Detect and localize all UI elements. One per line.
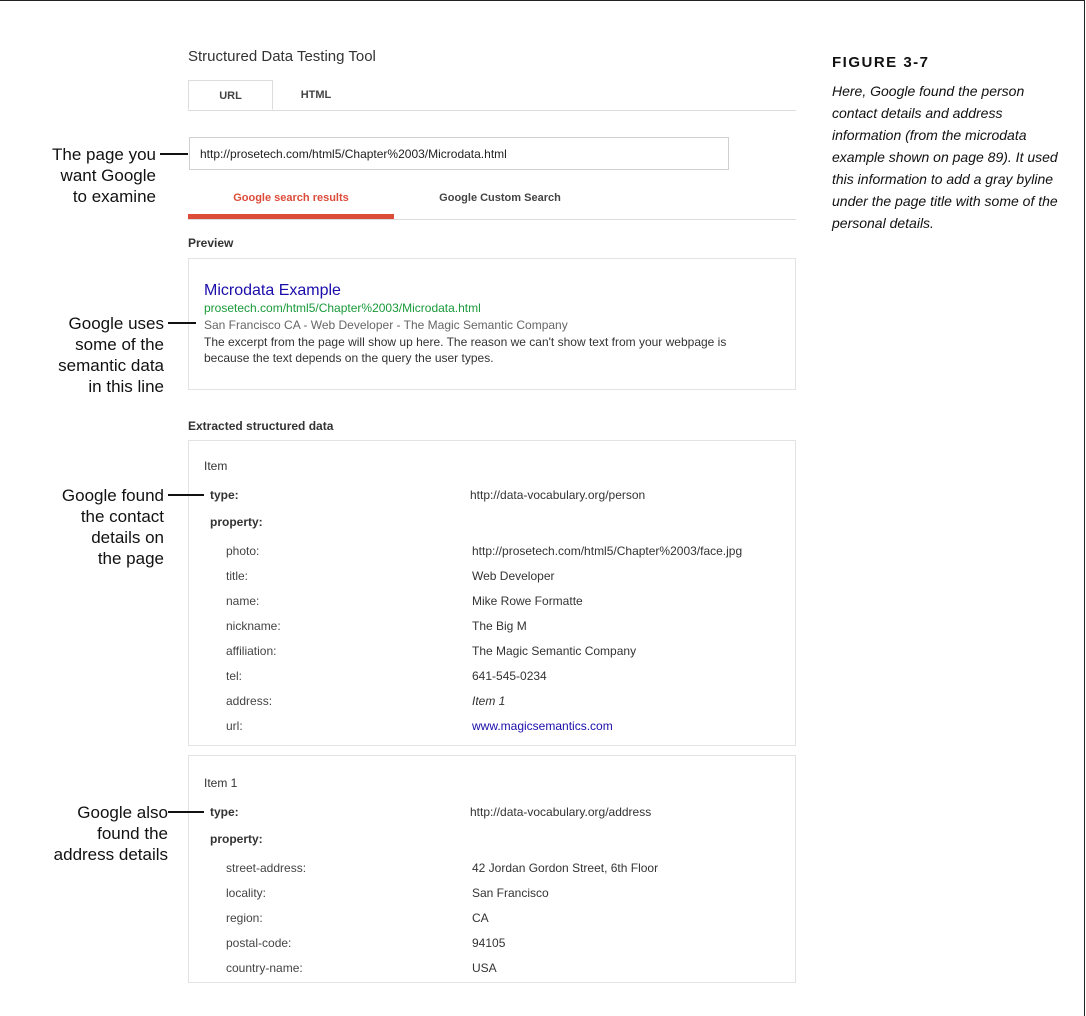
callout-line: address details bbox=[53, 845, 168, 864]
type-value: http://data-vocabulary.org/person bbox=[470, 488, 646, 502]
callout-line: found the bbox=[97, 824, 168, 843]
property-key: nickname: bbox=[226, 619, 281, 633]
property-key: title: bbox=[226, 569, 249, 583]
callout-pointer bbox=[168, 322, 196, 324]
property-value: CA bbox=[472, 911, 489, 925]
tool-title: Structured Data Testing Tool bbox=[188, 48, 376, 65]
property-value-link[interactable]: www.magicsemantics.com bbox=[472, 719, 613, 733]
callout-line: Google found bbox=[61, 486, 164, 505]
url-input[interactable] bbox=[189, 137, 729, 170]
type-label: type: bbox=[210, 805, 239, 819]
callout-line: The page you bbox=[52, 145, 156, 164]
callout-line: Google also bbox=[77, 803, 168, 822]
callout-contact-details: Google found the contact details on the … bbox=[20, 485, 164, 569]
callout-semantic-byline: Google uses some of the semantic data in… bbox=[20, 313, 164, 397]
property-value: San Francisco bbox=[472, 886, 549, 900]
callout-line: Google uses bbox=[68, 314, 164, 333]
property-key: address: bbox=[226, 694, 273, 708]
property-key: url: bbox=[226, 719, 243, 733]
property-value: 94105 bbox=[472, 936, 506, 950]
callout-line: the page bbox=[97, 549, 164, 568]
result-tabs-divider bbox=[188, 219, 796, 220]
callout-line: details on bbox=[91, 528, 164, 547]
property-key: locality: bbox=[226, 886, 267, 900]
tab-url[interactable]: URL bbox=[188, 80, 273, 110]
property-key: tel: bbox=[226, 669, 243, 683]
property-label: property: bbox=[210, 515, 263, 529]
property-key: postal-code: bbox=[226, 936, 292, 950]
callout-line: some of the bbox=[75, 335, 164, 354]
property-key: photo: bbox=[226, 544, 260, 558]
callout-line: want Google bbox=[60, 166, 156, 185]
item-title: Item 1 bbox=[204, 776, 238, 790]
callout-line: to examine bbox=[72, 187, 156, 206]
snippet-text: The excerpt from the page will show up h… bbox=[204, 335, 727, 365]
property-key: street-address: bbox=[226, 861, 307, 875]
property-key: country-name: bbox=[226, 961, 303, 975]
callout-line: semantic data bbox=[58, 356, 164, 375]
property-value: http://prosetech.com/html5/Chapter%2003/… bbox=[472, 544, 743, 558]
callout-pointer bbox=[168, 494, 204, 496]
callout-pointer bbox=[160, 153, 188, 155]
extracted-heading: Extracted structured data bbox=[188, 419, 334, 433]
tab-google-search-results[interactable]: Google search results bbox=[188, 192, 394, 220]
callout-line: in this line bbox=[88, 377, 164, 396]
callout-line: the contact bbox=[80, 507, 164, 526]
property-value: 42 Jordan Gordon Street, 6th Floor bbox=[472, 861, 659, 875]
snippet-byline: San Francisco CA - Web Developer - The M… bbox=[204, 318, 568, 332]
property-value: 641-545-0234 bbox=[472, 669, 547, 683]
preview-heading: Preview bbox=[188, 236, 234, 250]
snippet-title[interactable]: Microdata Example bbox=[204, 282, 341, 300]
tab-google-custom-search[interactable]: Google Custom Search bbox=[420, 192, 580, 214]
property-value: Mike Rowe Formatte bbox=[472, 594, 583, 608]
property-value: The Big M bbox=[472, 619, 527, 633]
item-title: Item bbox=[204, 459, 228, 473]
callout-page-url: The page you want Google to examine bbox=[20, 144, 156, 207]
property-key: affiliation: bbox=[226, 644, 277, 658]
tab-html[interactable]: HTML bbox=[276, 80, 356, 110]
type-value: http://data-vocabulary.org/address bbox=[470, 805, 652, 819]
property-key: name: bbox=[226, 594, 260, 608]
callout-address-details: Google also found the address details bbox=[20, 802, 168, 865]
snippet-url: prosetech.com/html5/Chapter%2003/Microda… bbox=[204, 301, 481, 315]
property-value-item-ref: Item 1 bbox=[472, 694, 506, 708]
figure-caption: Here, Google found the person contact de… bbox=[832, 83, 1058, 231]
tabs-divider bbox=[188, 110, 796, 111]
type-label: type: bbox=[210, 488, 239, 502]
figure-label: FIGURE 3-7 bbox=[832, 54, 930, 71]
property-value: The Magic Semantic Company bbox=[472, 644, 637, 658]
property-value: Web Developer bbox=[472, 569, 555, 583]
property-key: region: bbox=[226, 911, 263, 925]
property-value: USA bbox=[472, 961, 497, 975]
property-label: property: bbox=[210, 832, 263, 846]
callout-pointer bbox=[168, 811, 204, 813]
